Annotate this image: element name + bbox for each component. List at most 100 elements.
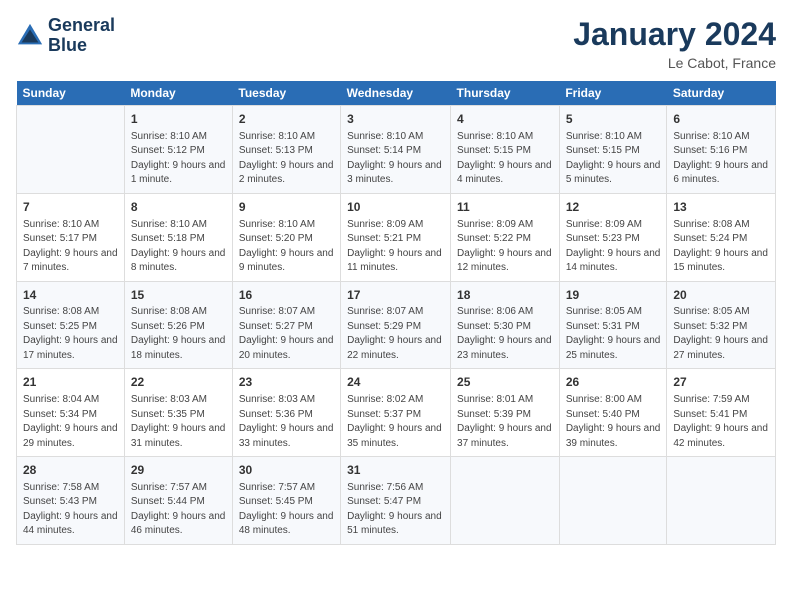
- calendar-cell: 12 Sunrise: 8:09 AMSunset: 5:23 PMDayligh…: [559, 193, 667, 281]
- day-info: Sunrise: 8:00 AMSunset: 5:40 PMDaylight:…: [566, 393, 661, 451]
- day-number: 29: [131, 462, 226, 479]
- calendar-cell: 20Sunrise: 8:05 AMSunset: 5:32 PMDayligh…: [667, 281, 776, 369]
- day-info: Sunrise: 8:09 AMSunset: 5:23 PMDaylight:…: [566, 218, 661, 276]
- day-number: 18: [457, 287, 553, 304]
- day-number: 21: [23, 374, 118, 391]
- day-info: Sunrise: 7:58 AMSunset: 5:43 PMDaylight:…: [23, 481, 118, 539]
- calendar-week-row: 7 Sunrise: 8:10 AMSunset: 5:17 PMDaylight…: [17, 193, 776, 281]
- day-info: Sunrise: 8:03 AMSunset: 5:36 PMDaylight:…: [239, 393, 334, 451]
- day-info: Sunrise: 8:10 AMSunset: 5:17 PMDaylight:…: [23, 218, 118, 276]
- calendar-cell: [451, 457, 560, 545]
- calendar-cell: 18Sunrise: 8:06 AMSunset: 5:30 PMDayligh…: [451, 281, 560, 369]
- day-info: Sunrise: 8:08 AMSunset: 5:24 PMDaylight:…: [673, 218, 769, 276]
- calendar-cell: 17Sunrise: 8:07 AMSunset: 5:29 PMDayligh…: [341, 281, 451, 369]
- day-number: 23: [239, 374, 334, 391]
- day-info: Sunrise: 8:05 AMSunset: 5:31 PMDaylight:…: [566, 305, 661, 363]
- day-info: Sunrise: 8:10 AMSunset: 5:13 PMDaylight:…: [239, 130, 334, 188]
- day-info: Sunrise: 8:02 AMSunset: 5:37 PMDaylight:…: [347, 393, 444, 451]
- day-number: 9: [239, 199, 334, 216]
- weekday-header: Sunday: [17, 81, 125, 106]
- header-row: SundayMondayTuesdayWednesdayThursdayFrid…: [17, 81, 776, 106]
- day-info: Sunrise: 8:10 AMSunset: 5:12 PMDaylight:…: [131, 130, 226, 188]
- calendar-cell: 24 Sunrise: 8:02 AMSunset: 5:37 PMDayligh…: [341, 369, 451, 457]
- calendar-cell: 21 Sunrise: 8:04 AMSunset: 5:34 PMDayligh…: [17, 369, 125, 457]
- calendar-cell: 27 Sunrise: 7:59 AMSunset: 5:41 PMDayligh…: [667, 369, 776, 457]
- day-info: Sunrise: 7:59 AMSunset: 5:41 PMDaylight:…: [673, 393, 769, 451]
- day-number: 30: [239, 462, 334, 479]
- weekday-header: Thursday: [451, 81, 560, 106]
- day-number: 16: [239, 287, 334, 304]
- day-info: Sunrise: 8:10 AMSunset: 5:15 PMDaylight:…: [566, 130, 661, 188]
- day-number: 5: [566, 111, 661, 128]
- day-number: 27: [673, 374, 769, 391]
- calendar-cell: 5 Sunrise: 8:10 AMSunset: 5:15 PMDaylight…: [559, 106, 667, 194]
- calendar-table: SundayMondayTuesdayWednesdayThursdayFrid…: [16, 81, 776, 545]
- calendar-week-row: 1 Sunrise: 8:10 AMSunset: 5:12 PMDaylight…: [17, 106, 776, 194]
- weekday-header: Tuesday: [232, 81, 340, 106]
- weekday-header: Friday: [559, 81, 667, 106]
- day-number: 2: [239, 111, 334, 128]
- day-number: 31: [347, 462, 444, 479]
- day-number: 1: [131, 111, 226, 128]
- day-info: Sunrise: 8:09 AMSunset: 5:21 PMDaylight:…: [347, 218, 444, 276]
- day-number: 6: [673, 111, 769, 128]
- day-number: 10: [347, 199, 444, 216]
- calendar-week-row: 14Sunrise: 8:08 AMSunset: 5:25 PMDayligh…: [17, 281, 776, 369]
- day-number: 13: [673, 199, 769, 216]
- day-info: Sunrise: 8:03 AMSunset: 5:35 PMDaylight:…: [131, 393, 226, 451]
- logo-text: General Blue: [48, 16, 115, 56]
- day-info: Sunrise: 8:10 AMSunset: 5:15 PMDaylight:…: [457, 130, 553, 188]
- weekday-header: Saturday: [667, 81, 776, 106]
- day-number: 11: [457, 199, 553, 216]
- day-info: Sunrise: 8:09 AMSunset: 5:22 PMDaylight:…: [457, 218, 553, 276]
- calendar-week-row: 28 Sunrise: 7:58 AMSunset: 5:43 PMDayligh…: [17, 457, 776, 545]
- day-info: Sunrise: 8:08 AMSunset: 5:26 PMDaylight:…: [131, 305, 226, 363]
- day-number: 19: [566, 287, 661, 304]
- calendar-cell: 3Sunrise: 8:10 AMSunset: 5:14 PMDaylight…: [341, 106, 451, 194]
- day-number: 12: [566, 199, 661, 216]
- day-number: 14: [23, 287, 118, 304]
- calendar-cell: 30Sunrise: 7:57 AMSunset: 5:45 PMDayligh…: [232, 457, 340, 545]
- calendar-cell: 16Sunrise: 8:07 AMSunset: 5:27 PMDayligh…: [232, 281, 340, 369]
- day-info: Sunrise: 8:07 AMSunset: 5:29 PMDaylight:…: [347, 305, 444, 363]
- main-container: General Blue January 2024 Le Cabot, Fran…: [0, 0, 792, 612]
- calendar-cell: 6 Sunrise: 8:10 AMSunset: 5:16 PMDaylight…: [667, 106, 776, 194]
- day-number: 4: [457, 111, 553, 128]
- calendar-cell: 8Sunrise: 8:10 AMSunset: 5:18 PMDaylight…: [124, 193, 232, 281]
- day-info: Sunrise: 8:04 AMSunset: 5:34 PMDaylight:…: [23, 393, 118, 451]
- day-number: 7: [23, 199, 118, 216]
- calendar-cell: 26Sunrise: 8:00 AMSunset: 5:40 PMDayligh…: [559, 369, 667, 457]
- day-number: 25: [457, 374, 553, 391]
- calendar-cell: 2 Sunrise: 8:10 AMSunset: 5:13 PMDaylight…: [232, 106, 340, 194]
- weekday-header: Wednesday: [341, 81, 451, 106]
- title-block: January 2024 Le Cabot, France: [573, 16, 776, 71]
- calendar-cell: 22 Sunrise: 8:03 AMSunset: 5:35 PMDayligh…: [124, 369, 232, 457]
- day-number: 24: [347, 374, 444, 391]
- day-info: Sunrise: 8:10 AMSunset: 5:20 PMDaylight:…: [239, 218, 334, 276]
- day-info: Sunrise: 8:10 AMSunset: 5:18 PMDaylight:…: [131, 218, 226, 276]
- day-info: Sunrise: 8:10 AMSunset: 5:16 PMDaylight:…: [673, 130, 769, 188]
- calendar-cell: [17, 106, 125, 194]
- day-info: Sunrise: 8:10 AMSunset: 5:14 PMDaylight:…: [347, 130, 444, 188]
- day-info: Sunrise: 8:06 AMSunset: 5:30 PMDaylight:…: [457, 305, 553, 363]
- day-number: 22: [131, 374, 226, 391]
- day-info: Sunrise: 7:57 AMSunset: 5:44 PMDaylight:…: [131, 481, 226, 539]
- day-info: Sunrise: 8:07 AMSunset: 5:27 PMDaylight:…: [239, 305, 334, 363]
- calendar-cell: 25 Sunrise: 8:01 AMSunset: 5:39 PMDayligh…: [451, 369, 560, 457]
- logo-icon: [16, 22, 44, 50]
- calendar-cell: [559, 457, 667, 545]
- calendar-cell: 28 Sunrise: 7:58 AMSunset: 5:43 PMDayligh…: [17, 457, 125, 545]
- day-info: Sunrise: 8:01 AMSunset: 5:39 PMDaylight:…: [457, 393, 553, 451]
- calendar-cell: 10 Sunrise: 8:09 AMSunset: 5:21 PMDayligh…: [341, 193, 451, 281]
- location: Le Cabot, France: [573, 55, 776, 71]
- day-number: 28: [23, 462, 118, 479]
- day-number: 20: [673, 287, 769, 304]
- calendar-cell: 15Sunrise: 8:08 AMSunset: 5:26 PMDayligh…: [124, 281, 232, 369]
- calendar-cell: [667, 457, 776, 545]
- weekday-header: Monday: [124, 81, 232, 106]
- calendar-cell: 13 Sunrise: 8:08 AMSunset: 5:24 PMDayligh…: [667, 193, 776, 281]
- day-info: Sunrise: 8:05 AMSunset: 5:32 PMDaylight:…: [673, 305, 769, 363]
- calendar-cell: 23 Sunrise: 8:03 AMSunset: 5:36 PMDayligh…: [232, 369, 340, 457]
- logo: General Blue: [16, 16, 115, 56]
- calendar-week-row: 21 Sunrise: 8:04 AMSunset: 5:34 PMDayligh…: [17, 369, 776, 457]
